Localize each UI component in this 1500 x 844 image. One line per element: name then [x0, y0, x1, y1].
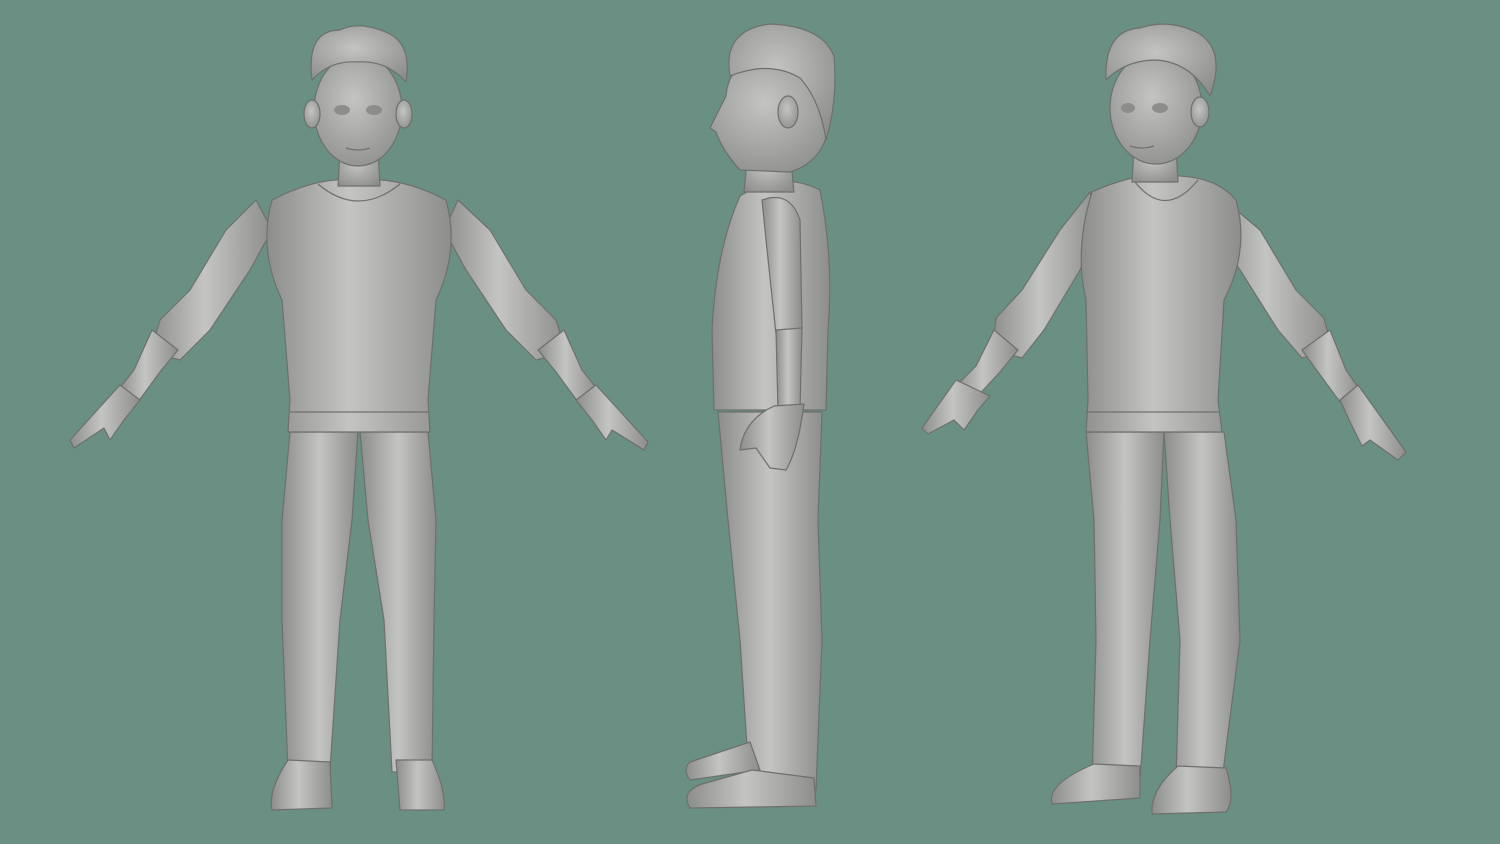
scene-canvas	[0, 0, 1500, 844]
right-eye	[1152, 103, 1168, 113]
left-eye	[334, 105, 350, 115]
ear	[777, 95, 799, 129]
left-ear	[303, 99, 321, 129]
left-eye	[1121, 103, 1135, 113]
sweater	[266, 178, 452, 433]
right-eye	[366, 105, 382, 115]
right-ear	[395, 99, 413, 129]
ear	[1190, 96, 1210, 128]
sweater	[1080, 174, 1242, 433]
turnaround-sheet	[0, 0, 1500, 844]
head	[313, 53, 403, 167]
